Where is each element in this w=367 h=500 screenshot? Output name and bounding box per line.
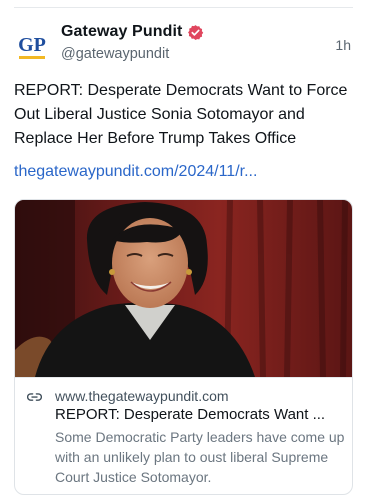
card-title: REPORT: Desperate Democrats Want ... [55, 406, 326, 423]
author-handle[interactable]: @gatewaypundit [61, 46, 169, 62]
card-domain: www.thegatewaypundit.com [55, 388, 229, 404]
card-description: Some Democratic Party leaders have come … [55, 429, 345, 485]
avatar[interactable]: GP [13, 27, 51, 65]
link-preview-card[interactable]: www.thegatewaypundit.com REPORT: Despera… [14, 199, 353, 495]
post-link[interactable]: thegatewaypundit.com/2024/11/r... [14, 163, 257, 181]
svg-text:GP: GP [18, 34, 46, 56]
card-meta: www.thegatewaypundit.com REPORT: Despera… [15, 377, 352, 494]
post[interactable]: GP Gateway Pundit @gatewaypundit 1h REPO… [0, 0, 367, 500]
gp-logo-icon: GP [18, 34, 46, 59]
link-icon [27, 393, 42, 401]
post-text: REPORT: Desperate Democrats Want to Forc… [14, 82, 348, 147]
author-display-name[interactable]: Gateway Pundit [61, 23, 182, 41]
author-name-row: Gateway Pundit [61, 23, 204, 41]
post-timestamp[interactable]: 1h [335, 37, 351, 53]
card-thumbnail-image [15, 200, 352, 377]
verified-badge-icon [187, 24, 204, 41]
